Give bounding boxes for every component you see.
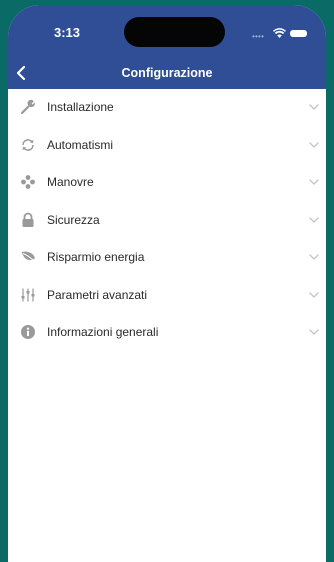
- sliders-icon: [21, 288, 35, 301]
- wifi-icon: [273, 28, 286, 38]
- leaf-icon: [21, 251, 35, 262]
- menu-item-risparmio-energia[interactable]: Risparmio energia: [8, 239, 326, 277]
- wrench-icon: [20, 99, 35, 115]
- menu-item-label: Sicurezza: [47, 212, 100, 227]
- chevron-down-icon: [309, 291, 319, 298]
- menu-item-label: Informazioni generali: [47, 325, 159, 339]
- menu-item-label: Risparmio energia: [47, 250, 145, 264]
- chevron-down-icon: [309, 141, 319, 148]
- menu-item-label: Manovre: [47, 175, 94, 189]
- dynamic-island: [124, 17, 225, 47]
- chevron-down-icon: [309, 329, 319, 335]
- status-time: 3:13: [54, 25, 81, 40]
- menu-item-label: Automatismi: [47, 137, 114, 152]
- settings-menu: Installazione Automatismi Manovre Sicure…: [8, 89, 326, 352]
- lock-icon: [22, 212, 34, 227]
- chevron-down-icon: [309, 216, 319, 223]
- menu-item-manovre[interactable]: Manovre: [8, 164, 326, 202]
- chevron-down-icon: [309, 254, 319, 260]
- menu-item-label: Installazione: [47, 100, 114, 114]
- menu-item-installazione[interactable]: Installazione: [8, 89, 326, 127]
- menu-item-label: Parametri avanzati: [47, 287, 148, 302]
- chevron-down-icon: [309, 179, 319, 185]
- menu-item-sicurezza[interactable]: Sicurezza: [8, 202, 326, 240]
- info-icon: [21, 325, 35, 339]
- phone-screen: 3:13 • • • • Configurazione Installazion…: [8, 5, 326, 562]
- page-title: Configurazione: [121, 66, 213, 80]
- menu-item-parametri-avanzati[interactable]: Parametri avanzati: [8, 277, 326, 315]
- battery-icon: [290, 30, 307, 37]
- refresh-icon: [22, 138, 34, 151]
- menu-item-automatismi[interactable]: Automatismi: [8, 127, 326, 165]
- nav-bar: Configurazione: [8, 59, 326, 89]
- chevron-down-icon: [309, 104, 319, 110]
- menu-item-informazioni-generali[interactable]: Informazioni generali: [8, 314, 326, 352]
- status-icons: • • • •: [252, 27, 312, 41]
- app-header: 3:13 • • • • Configurazione: [8, 5, 326, 89]
- cellular-icon: • • • •: [252, 32, 264, 41]
- gamepad-icon: [21, 175, 35, 189]
